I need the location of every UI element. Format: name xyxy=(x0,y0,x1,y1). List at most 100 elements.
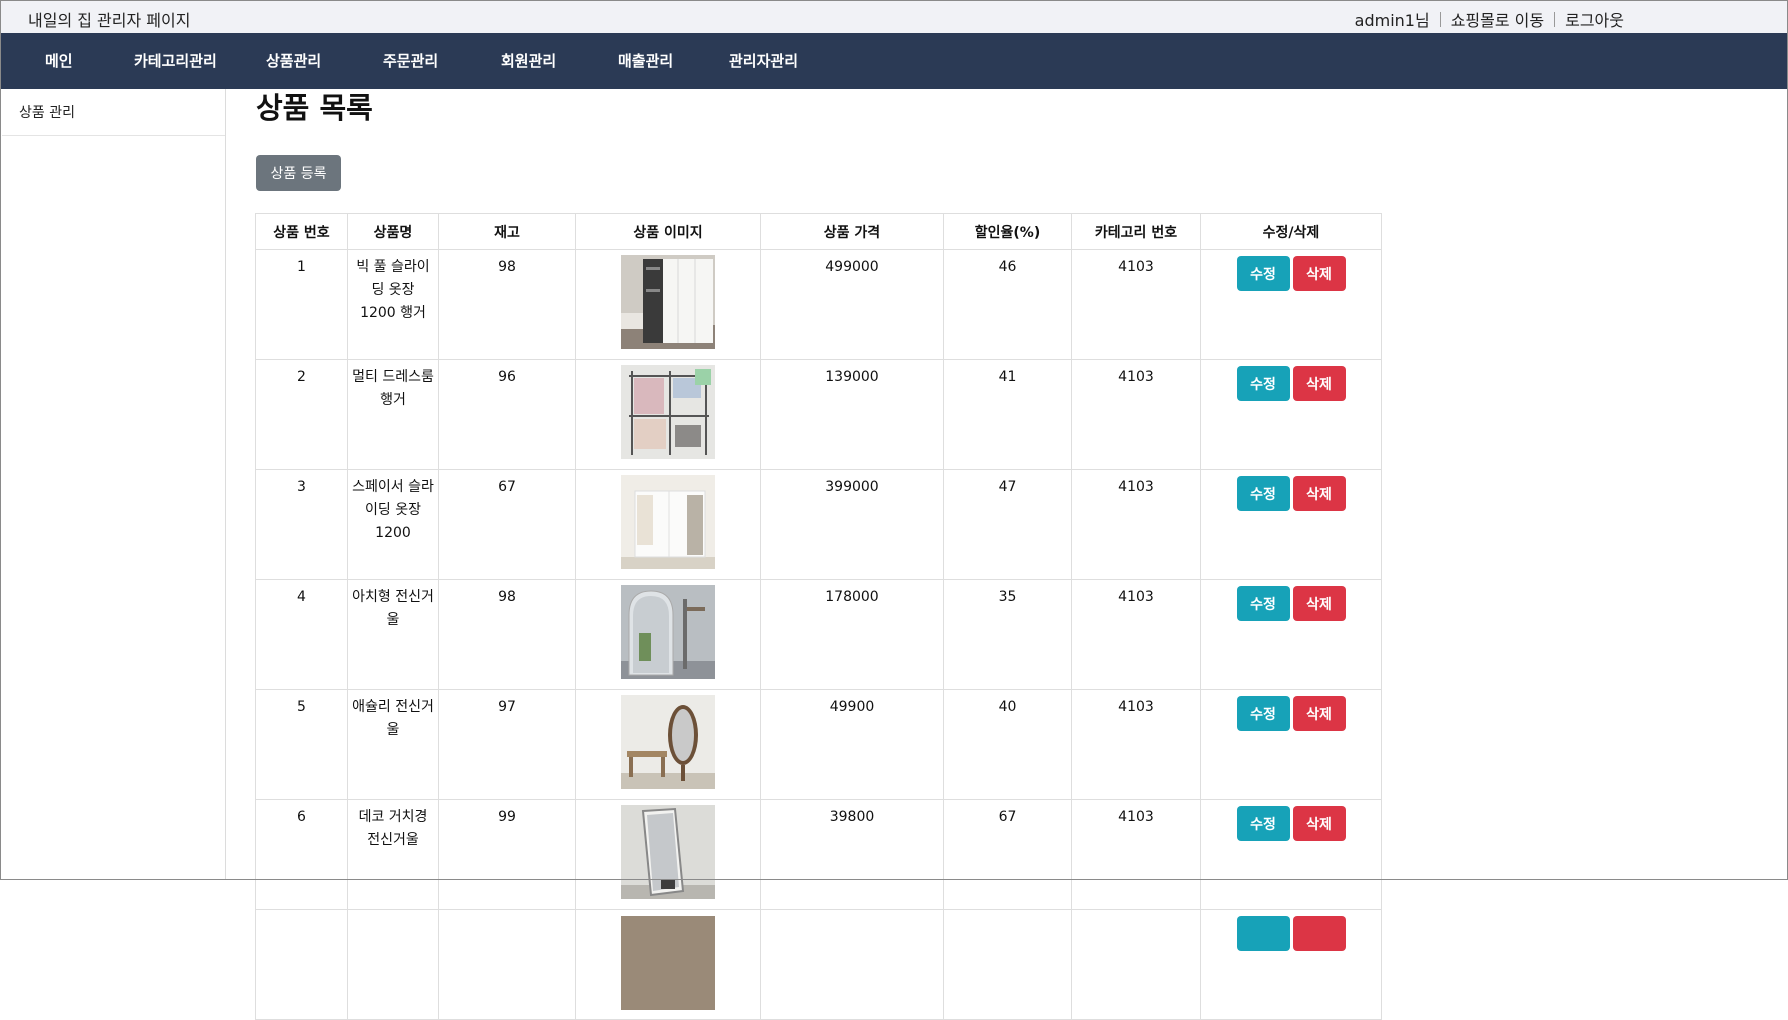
product-discount: 46 xyxy=(943,249,1072,360)
column-header: 상품 번호 xyxy=(255,213,348,250)
product-stock: 99 xyxy=(438,799,576,910)
product-discount: 67 xyxy=(943,799,1072,910)
oval-mirror-photo xyxy=(621,695,715,789)
user-greeting: admin1님 xyxy=(1354,11,1430,30)
arch-mirror-photo xyxy=(621,585,715,679)
main-nav: 메인 카테고리관리 상품관리 주문관리 회원관리 매출관리 관리자관리 xyxy=(0,33,1788,89)
product-id: 2 xyxy=(255,359,348,470)
product-price: 499000 xyxy=(760,249,944,360)
edit-button[interactable]: 수정 xyxy=(1236,586,1290,621)
product-stock: 98 xyxy=(438,249,576,360)
add-product-button[interactable]: 상품 등록 xyxy=(256,155,341,191)
product-image-cell xyxy=(575,799,761,910)
table-cell xyxy=(347,909,439,1020)
action-cell: 수정 삭제 xyxy=(1200,469,1382,580)
product-id: 5 xyxy=(255,689,348,800)
table-row: 4 아치형 전신거울 98 178000 35 4103 수정 삭제 xyxy=(255,579,1382,690)
divider xyxy=(1554,11,1556,27)
table-row: 6 데코 거치경 전신거울 99 39800 67 4103 수정 삭제 xyxy=(255,799,1382,910)
edit-button[interactable]: 수정 xyxy=(1236,366,1290,401)
column-header: 상품 가격 xyxy=(760,213,944,250)
site-title: 내일의 집 관리자 페이지 xyxy=(28,11,191,30)
product-stock: 67 xyxy=(438,469,576,580)
product-category: 4103 xyxy=(1071,469,1201,580)
table-row: 1 빅 풀 슬라이딩 옷장 1200 행거 98 499000 46 4103 … xyxy=(255,249,1382,360)
user-utility-links: admin1님 쇼핑몰로 이동 로그아웃 xyxy=(1355,7,1624,31)
action-cell: 수정 삭제 xyxy=(1200,249,1382,360)
nav-item-main[interactable]: 메인 xyxy=(45,33,73,89)
edit-button[interactable] xyxy=(1236,916,1290,951)
column-header: 할인율(%) xyxy=(943,213,1072,250)
product-price: 399000 xyxy=(760,469,944,580)
sidebar-item-product-management[interactable]: 상품 관리 xyxy=(2,89,225,136)
table-row: 2 멀티 드레스룸 행거 96 139000 41 4103 수정 삭제 xyxy=(255,359,1382,470)
nav-item-members[interactable]: 회원관리 xyxy=(501,33,556,89)
product-image-cell xyxy=(575,359,761,470)
nav-item-orders[interactable]: 주문관리 xyxy=(383,33,438,89)
delete-button[interactable]: 삭제 xyxy=(1292,256,1346,291)
product-id: 1 xyxy=(255,249,348,360)
product-table: 상품 번호 상품명 재고 상품 이미지 상품 가격 할인율(%) 카테고리 번호… xyxy=(255,213,1382,1020)
action-cell: 수정 삭제 xyxy=(1200,359,1382,470)
action-cell: 수정 삭제 xyxy=(1200,799,1382,910)
column-header: 상품 이미지 xyxy=(575,213,761,250)
standing-mirror-photo xyxy=(621,805,715,899)
product-image-cell xyxy=(575,469,761,580)
product-name: 데코 거치경 전신거울 xyxy=(347,799,439,910)
nav-item-admins[interactable]: 관리자관리 xyxy=(729,33,798,89)
product-category: 4103 xyxy=(1071,579,1201,690)
sidebar: 상품 관리 xyxy=(2,89,226,880)
sliding-wardrobe-photo xyxy=(621,475,715,569)
edit-button[interactable]: 수정 xyxy=(1236,476,1290,511)
column-header: 재고 xyxy=(438,213,576,250)
product-price: 49900 xyxy=(760,689,944,800)
product-id: 4 xyxy=(255,579,348,690)
product-stock: 97 xyxy=(438,689,576,800)
action-cell: 수정 삭제 xyxy=(1200,689,1382,800)
top-utility-bar: 내일의 집 관리자 페이지 admin1님 쇼핑몰로 이동 로그아웃 xyxy=(0,0,1788,33)
action-cell xyxy=(1200,909,1382,1020)
edit-button[interactable]: 수정 xyxy=(1236,806,1290,841)
product-image-cell xyxy=(575,689,761,800)
table-header-row: 상품 번호 상품명 재고 상품 이미지 상품 가격 할인율(%) 카테고리 번호… xyxy=(255,213,1382,250)
delete-button[interactable]: 삭제 xyxy=(1292,366,1346,401)
product-name: 빅 풀 슬라이딩 옷장 1200 행거 xyxy=(347,249,439,360)
product-image-cell xyxy=(575,579,761,690)
nav-item-category[interactable]: 카테고리관리 xyxy=(134,33,217,89)
delete-button[interactable]: 삭제 xyxy=(1292,476,1346,511)
table-row: 3 스페이서 슬라이딩 옷장 1200 67 399000 47 4103 수정… xyxy=(255,469,1382,580)
edit-button[interactable]: 수정 xyxy=(1236,256,1290,291)
product-category: 4103 xyxy=(1071,249,1201,360)
product-price: 178000 xyxy=(760,579,944,690)
delete-button[interactable]: 삭제 xyxy=(1292,586,1346,621)
product-image-cell xyxy=(575,909,761,1020)
product-id: 3 xyxy=(255,469,348,580)
edit-button[interactable]: 수정 xyxy=(1236,696,1290,731)
product-name: 아치형 전신거울 xyxy=(347,579,439,690)
product-name: 스페이서 슬라이딩 옷장 1200 xyxy=(347,469,439,580)
product-stock: 96 xyxy=(438,359,576,470)
column-header: 수정/삭제 xyxy=(1200,213,1382,250)
table-cell xyxy=(438,909,576,1020)
nav-item-products[interactable]: 상품관리 xyxy=(266,33,321,89)
column-header: 카테고리 번호 xyxy=(1071,213,1201,250)
product-category: 4103 xyxy=(1071,689,1201,800)
product-name: 애슐리 전신거울 xyxy=(347,689,439,800)
delete-button[interactable] xyxy=(1292,916,1346,951)
table-cell xyxy=(760,909,944,1020)
product-image-cell xyxy=(575,249,761,360)
product-stock: 98 xyxy=(438,579,576,690)
action-cell: 수정 삭제 xyxy=(1200,579,1382,690)
table-row xyxy=(255,909,1382,1020)
delete-button[interactable]: 삭제 xyxy=(1292,696,1346,731)
table-cell xyxy=(1071,909,1201,1020)
table-row: 5 애슐리 전신거울 97 49900 40 4103 수정 삭제 xyxy=(255,689,1382,800)
product-discount: 47 xyxy=(943,469,1072,580)
logout-link[interactable]: 로그아웃 xyxy=(1565,7,1624,31)
table-cell xyxy=(943,909,1072,1020)
wardrobe-photo xyxy=(621,255,715,349)
nav-item-sales[interactable]: 매출관리 xyxy=(618,33,673,89)
delete-button[interactable]: 삭제 xyxy=(1292,806,1346,841)
shop-link[interactable]: 쇼핑몰로 이동 xyxy=(1451,7,1544,31)
page-title: 상품 목록 xyxy=(256,91,373,125)
